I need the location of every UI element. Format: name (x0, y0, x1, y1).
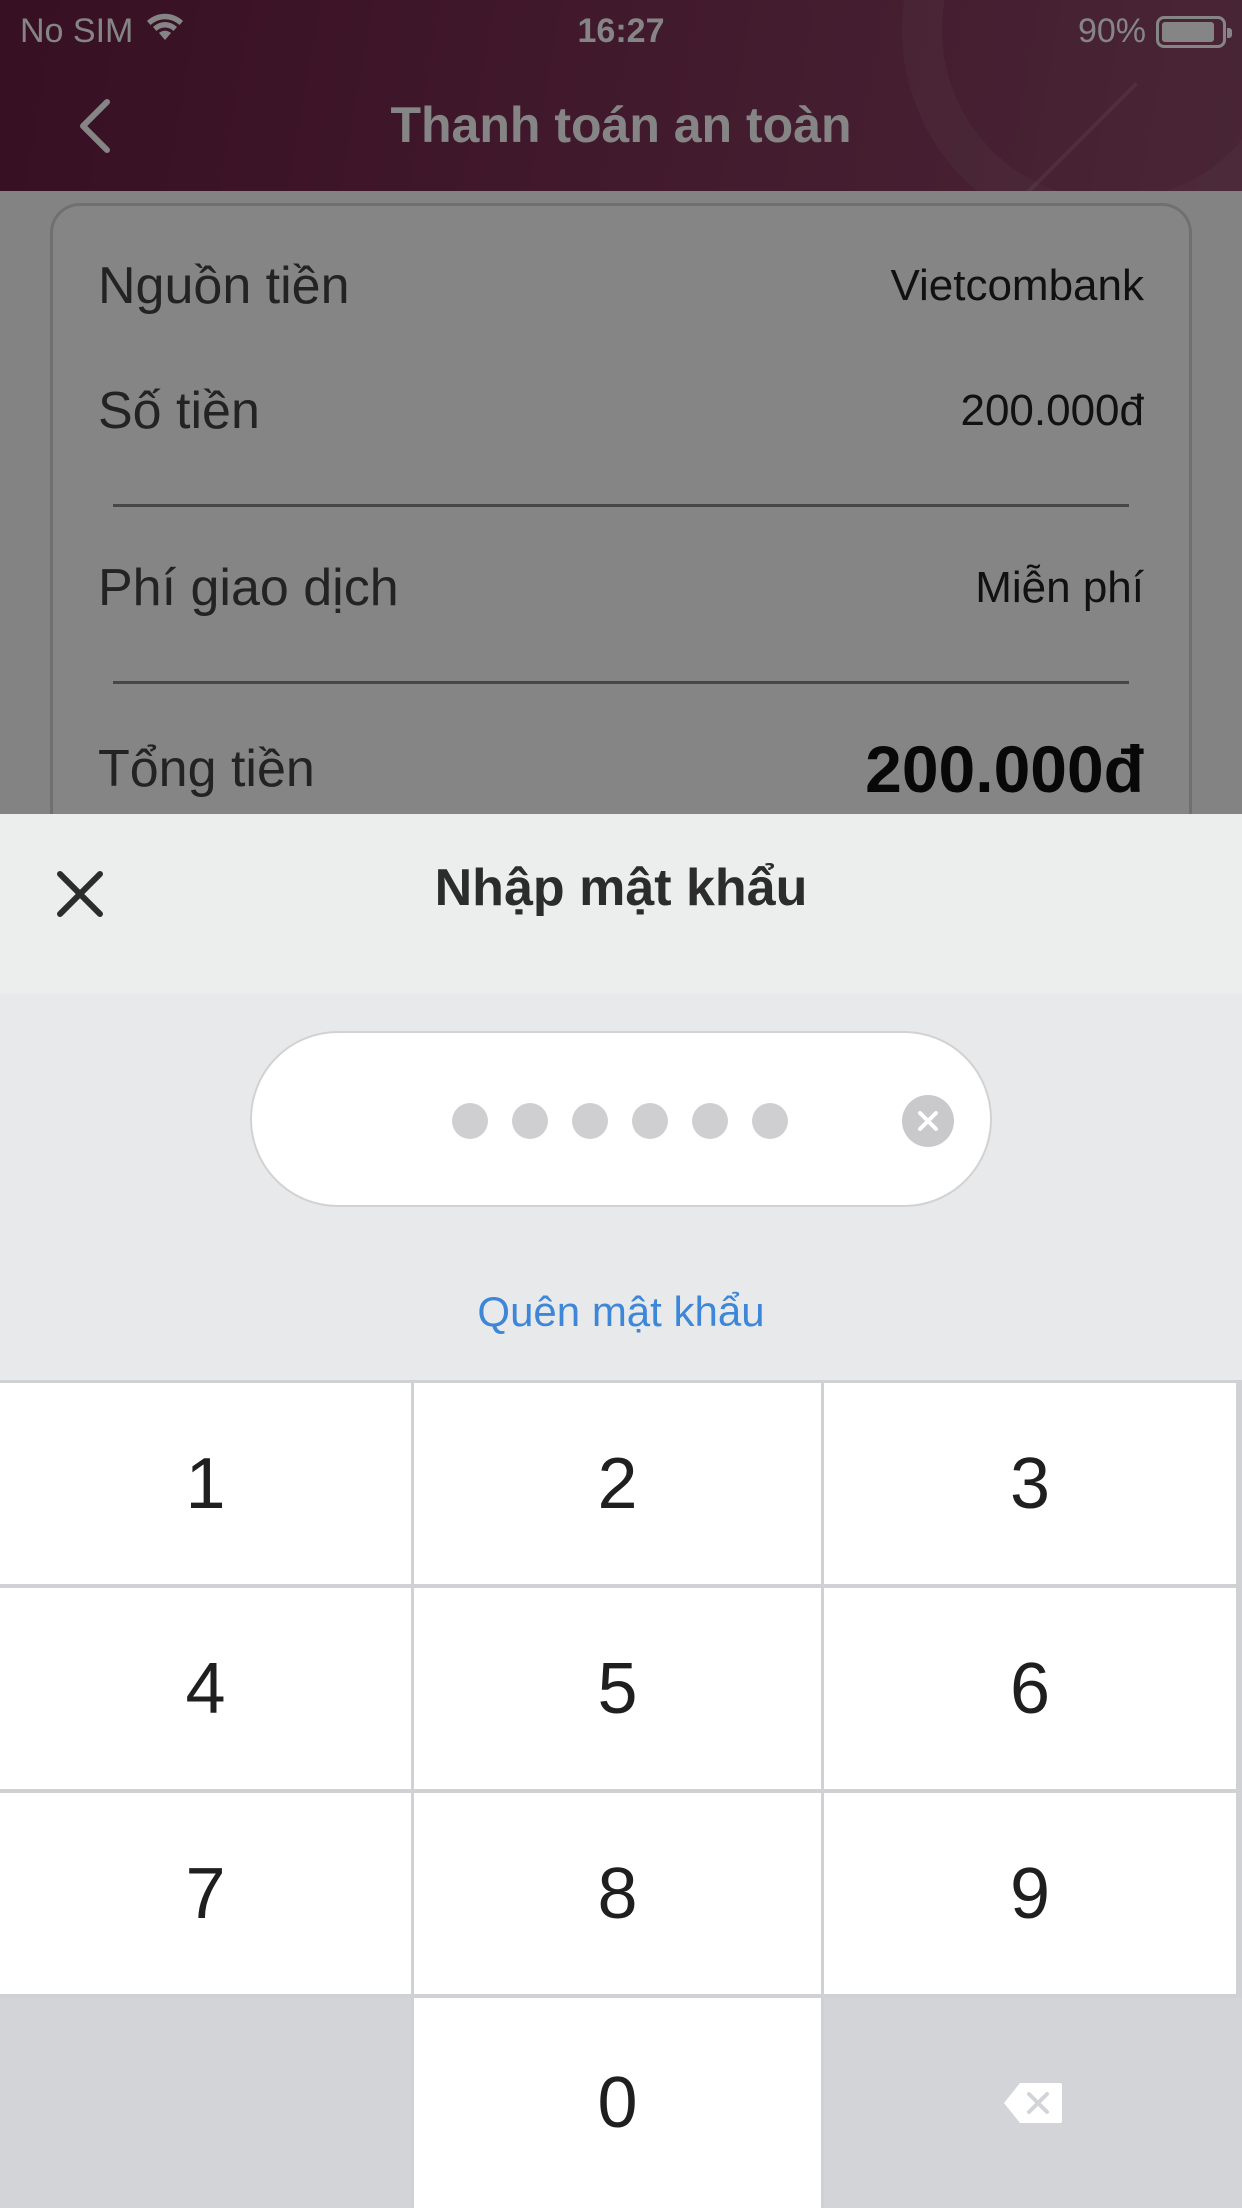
key-1[interactable]: 1 (0, 1383, 411, 1584)
forgot-password-link[interactable]: Quên mật khẩu (0, 1288, 1242, 1336)
backspace-icon (1004, 2083, 1062, 2123)
clear-icon (918, 1111, 938, 1131)
pin-dot (632, 1103, 668, 1139)
key-4[interactable]: 4 (0, 1588, 411, 1789)
key-2[interactable]: 2 (414, 1383, 821, 1584)
password-sheet: Nhập mật khẩu Quên mật khẩu 1 2 3 4 5 6 … (0, 814, 1242, 2208)
pin-dot (692, 1103, 728, 1139)
password-field[interactable] (250, 1031, 992, 1207)
key-3[interactable]: 3 (824, 1383, 1236, 1584)
dim-overlay[interactable] (0, 0, 1242, 814)
pin-dot (452, 1103, 488, 1139)
pin-dots (452, 1103, 788, 1139)
key-0[interactable]: 0 (414, 1998, 821, 2208)
empty-key (0, 1998, 411, 2208)
pin-dot (752, 1103, 788, 1139)
pin-dot (512, 1103, 548, 1139)
backspace-key[interactable] (824, 1998, 1242, 2208)
key-8[interactable]: 8 (414, 1793, 821, 1994)
key-6[interactable]: 6 (824, 1588, 1236, 1789)
key-5[interactable]: 5 (414, 1588, 821, 1789)
pin-dot (572, 1103, 608, 1139)
key-7[interactable]: 7 (0, 1793, 411, 1994)
numeric-keypad: 1 2 3 4 5 6 7 8 9 0 (0, 1380, 1242, 2208)
sheet-title: Nhập mật khẩu (434, 859, 808, 917)
clear-button[interactable] (902, 1095, 954, 1147)
sheet-header: Nhập mật khẩu (0, 814, 1242, 994)
key-9[interactable]: 9 (824, 1793, 1236, 1994)
